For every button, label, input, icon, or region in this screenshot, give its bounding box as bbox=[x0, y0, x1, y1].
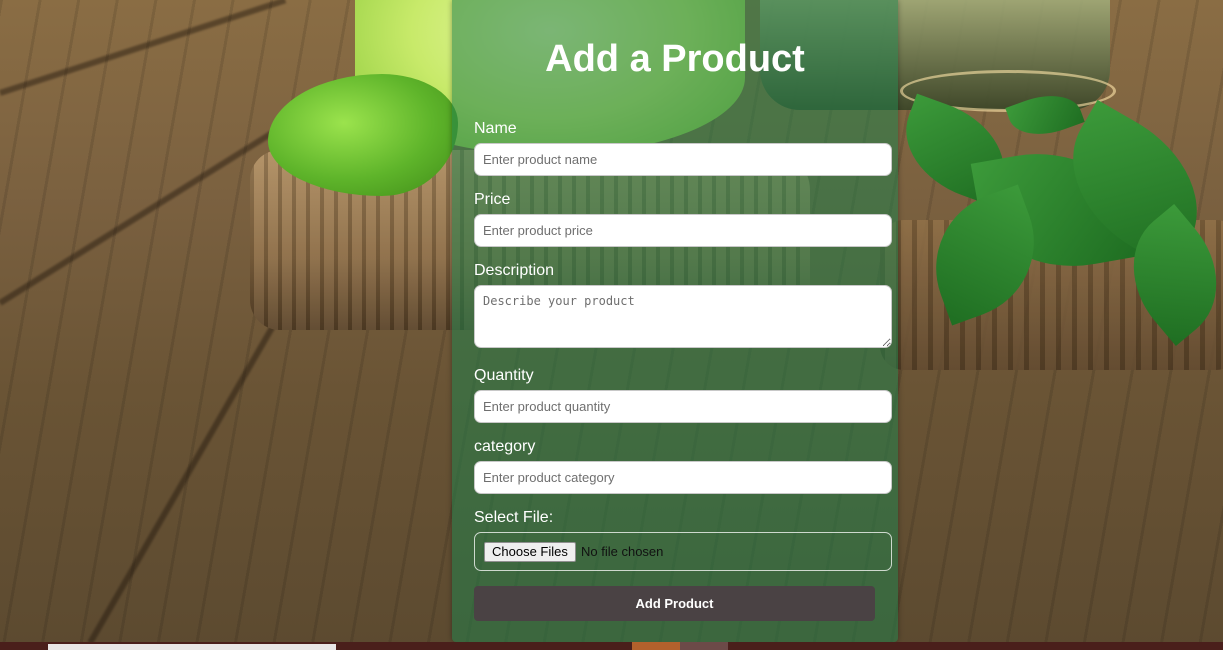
file-status-text: No file chosen bbox=[581, 544, 664, 559]
add-product-button[interactable]: Add Product bbox=[474, 586, 875, 621]
select-file-label: Select File: bbox=[474, 509, 554, 526]
price-label: Price bbox=[474, 191, 511, 208]
strip-segment bbox=[680, 642, 728, 650]
product-quantity-input[interactable] bbox=[474, 390, 892, 423]
strip-segment bbox=[632, 642, 680, 650]
product-category-input[interactable] bbox=[474, 461, 892, 494]
file-input[interactable]: Choose Files No file chosen bbox=[474, 532, 892, 571]
product-price-input[interactable] bbox=[474, 214, 892, 247]
description-label: Description bbox=[474, 262, 555, 279]
choose-files-button[interactable]: Choose Files bbox=[484, 542, 576, 562]
product-name-input[interactable] bbox=[474, 143, 892, 176]
quantity-label: Quantity bbox=[474, 367, 534, 384]
page-title: Add a Product bbox=[545, 38, 805, 80]
bottom-strip bbox=[0, 642, 1223, 650]
product-description-textarea[interactable] bbox=[474, 285, 892, 348]
strip-segment bbox=[48, 644, 336, 650]
category-label: category bbox=[474, 438, 536, 455]
name-label: Name bbox=[474, 120, 517, 137]
add-product-panel: Add a Product Name Price Description Qua… bbox=[452, 0, 898, 642]
